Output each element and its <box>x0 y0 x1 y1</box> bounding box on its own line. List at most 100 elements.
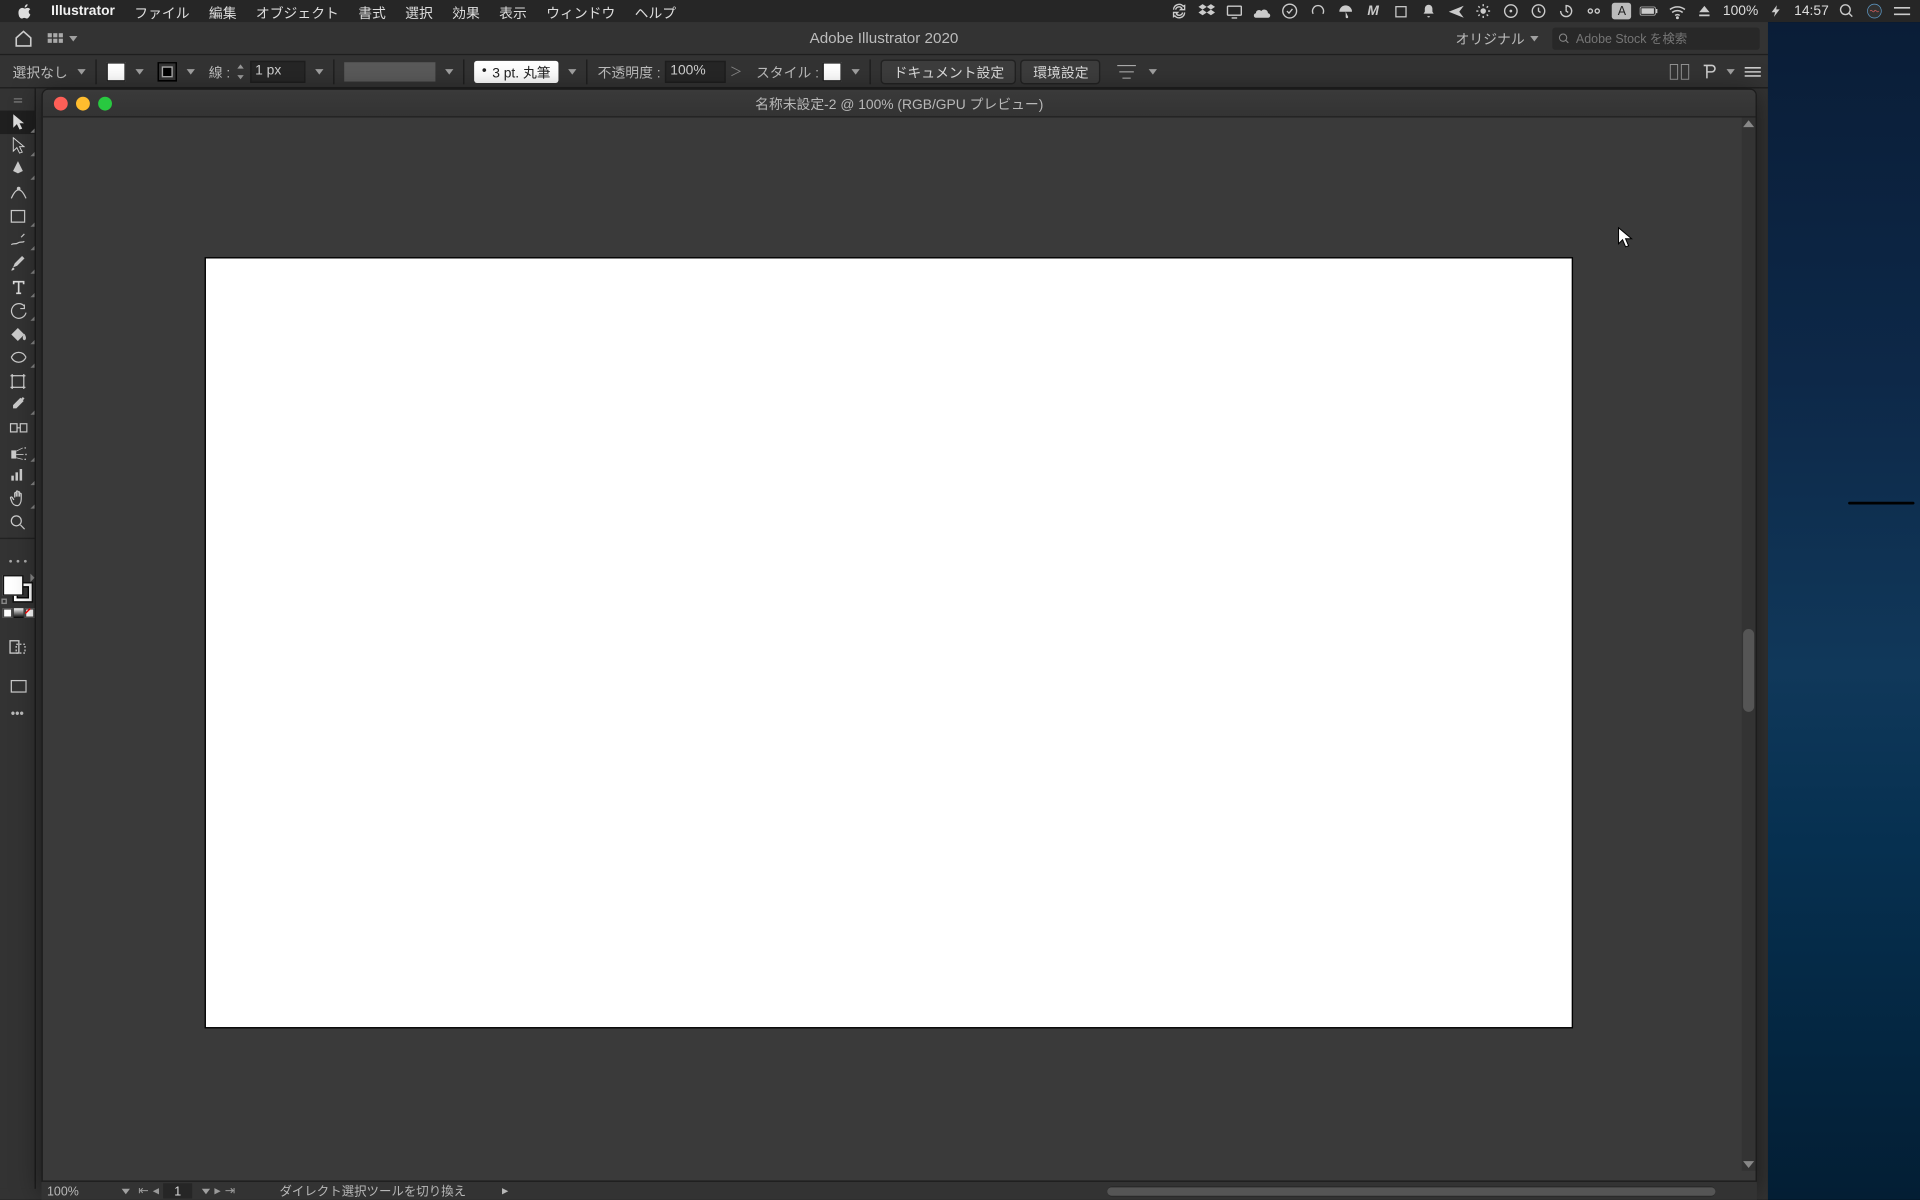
zoom-input[interactable]: 100% <box>47 1184 108 1198</box>
menu-select[interactable]: 選択 <box>396 1 443 22</box>
stock-search-input[interactable] <box>1576 31 1754 45</box>
zoom-button[interactable] <box>98 96 112 110</box>
display-icon[interactable] <box>1225 1 1244 20</box>
menu-edit[interactable]: 編集 <box>199 1 246 22</box>
artboard-1[interactable] <box>206 258 1572 1027</box>
stroke-swatch[interactable] <box>158 62 177 81</box>
blend-tool[interactable] <box>0 416 36 439</box>
eject-icon[interactable] <box>1695 1 1714 20</box>
menu-effect[interactable]: 効果 <box>443 1 490 22</box>
siri-icon[interactable] <box>1865 1 1884 20</box>
battery-pct: 100% <box>1723 3 1758 18</box>
wifi-icon[interactable] <box>1668 1 1687 20</box>
check-icon[interactable] <box>1281 1 1300 20</box>
sel-caret[interactable] <box>77 68 85 74</box>
eyedropper-tool[interactable] <box>0 393 36 416</box>
sun-icon[interactable] <box>1474 1 1493 20</box>
scrollbar-thumb[interactable] <box>1743 629 1754 712</box>
artboard-number[interactable]: 1 <box>163 1183 192 1198</box>
menubar-text-m[interactable]: M <box>1363 1 1382 20</box>
app-title: Adobe Illustrator 2020 <box>810 30 959 47</box>
zoom-tool[interactable] <box>0 510 36 533</box>
nav-next[interactable]: ▸ <box>214 1183 220 1198</box>
arrange-button[interactable] <box>47 26 77 51</box>
artboard-tool[interactable] <box>0 369 36 392</box>
rectangle-tool[interactable] <box>0 205 36 228</box>
type-tool[interactable] <box>0 275 36 298</box>
clock2-icon[interactable] <box>1529 1 1548 20</box>
pen-tool[interactable] <box>0 158 36 181</box>
control-center-icon[interactable] <box>1892 1 1911 20</box>
curvature-tool[interactable] <box>0 181 36 204</box>
fill-stroke-proxy[interactable] <box>0 572 36 605</box>
input-source[interactable]: A <box>1612 3 1631 20</box>
canvas-area[interactable] <box>43 117 1756 1187</box>
var-width-profile[interactable] <box>344 62 435 81</box>
opacity-label: 不透明度 : <box>598 61 661 82</box>
target-icon[interactable] <box>1502 1 1521 20</box>
app-name[interactable]: Illustrator <box>41 3 124 18</box>
umbrella-icon[interactable] <box>1336 1 1355 20</box>
screen-mode[interactable] <box>0 675 36 698</box>
hand-tool[interactable] <box>0 487 36 510</box>
width-tool[interactable] <box>0 346 36 369</box>
style-swatch[interactable] <box>823 62 842 81</box>
draw-mode[interactable] <box>0 634 36 657</box>
cc-icon[interactable] <box>1308 1 1327 20</box>
tog-icon[interactable] <box>1585 1 1604 20</box>
options-bar: 選択なし 線 : 1 px •3 pt. 丸筆 <box>0 55 1768 88</box>
menu-type[interactable]: 書式 <box>349 1 396 22</box>
opacity-input[interactable]: 100% <box>665 60 726 82</box>
apple-menu[interactable] <box>8 3 41 18</box>
document-titlebar[interactable]: 名称未設定-2 @ 100% (RGB/GPU プレビュー) <box>43 90 1756 118</box>
nav-last[interactable]: ⇥ <box>225 1183 235 1198</box>
more-tools[interactable]: ••• <box>0 706 35 720</box>
nav-prev[interactable]: ◂ <box>153 1183 159 1198</box>
paintbrush-tool[interactable] <box>0 252 36 275</box>
stepper-icon[interactable] <box>234 62 245 81</box>
color-mode-row[interactable] <box>0 608 36 618</box>
workspace-switcher[interactable]: オリジナル <box>1450 28 1544 49</box>
doc-setup-button[interactable]: ドキュメント設定 <box>881 59 1016 84</box>
shaper-tool[interactable] <box>0 228 36 251</box>
spotlight-icon[interactable] <box>1837 1 1856 20</box>
loop-icon[interactable] <box>1170 1 1189 20</box>
selection-tool[interactable] <box>0 111 36 134</box>
edit-toolbar[interactable] <box>0 549 36 572</box>
column-graph-tool[interactable] <box>0 463 36 486</box>
prefs-button[interactable]: 環境設定 <box>1021 59 1101 84</box>
minimize-button[interactable] <box>76 96 90 110</box>
fill-swatch[interactable] <box>106 62 125 81</box>
tools-grip[interactable] <box>0 91 35 110</box>
menu-view[interactable]: 表示 <box>490 1 537 22</box>
symbol-sprayer-tool[interactable] <box>0 440 36 463</box>
cloud-icon[interactable] <box>1253 1 1272 20</box>
menu-help[interactable]: ヘルプ <box>625 1 686 22</box>
status-bar: 100% ⇤ ◂ 1 ▸ ⇥ ダイレクト選択ツールを切り換え ▸ <box>41 1180 1756 1199</box>
rotate-tool[interactable] <box>0 299 36 322</box>
text-dir-button[interactable] <box>1699 62 1735 81</box>
stock-search[interactable] <box>1552 27 1759 49</box>
plane-icon[interactable] <box>1446 1 1465 20</box>
direct-selection-tool[interactable] <box>0 134 36 157</box>
history-icon[interactable] <box>1557 1 1576 20</box>
fill-tool[interactable] <box>0 322 36 345</box>
horizontal-scrollbar[interactable] <box>1107 1185 1715 1196</box>
home-button[interactable] <box>8 26 38 51</box>
brush-name[interactable]: •3 pt. 丸筆 <box>474 60 559 82</box>
vertical-scrollbar[interactable] <box>1742 117 1756 1170</box>
dropbox-icon[interactable] <box>1198 1 1217 20</box>
menu-object[interactable]: オブジェクト <box>246 1 348 22</box>
expand-panel-icon[interactable] <box>1668 62 1690 81</box>
align-icon[interactable] <box>1115 62 1140 81</box>
square-icon[interactable] <box>1391 1 1410 20</box>
status-caret[interactable]: ▸ <box>502 1183 508 1198</box>
battery-icon[interactable] <box>1640 1 1659 20</box>
bell-icon[interactable] <box>1419 1 1438 20</box>
menu-file[interactable]: ファイル <box>125 1 200 22</box>
close-button[interactable] <box>54 96 68 110</box>
panel-menu-icon[interactable] <box>1743 64 1762 78</box>
menu-window[interactable]: ウィンドウ <box>537 1 625 22</box>
stroke-width-input[interactable]: 1 px <box>250 60 305 82</box>
nav-first[interactable]: ⇤ <box>138 1183 148 1198</box>
